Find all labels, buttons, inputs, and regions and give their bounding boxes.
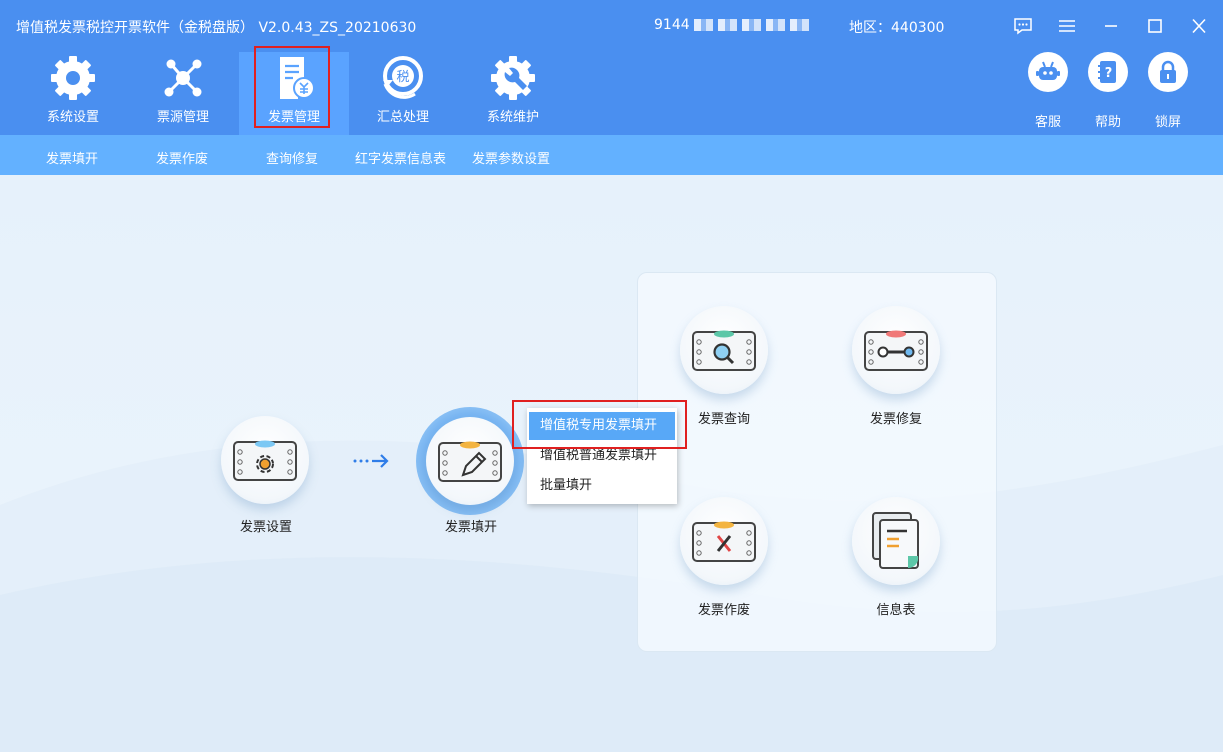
- node-label: 信息表: [876, 603, 916, 618]
- wrench-gear-icon: [491, 56, 535, 100]
- subnav-red-letter-info[interactable]: 红字发票信息表: [355, 148, 446, 167]
- tool-label: 客服: [1034, 115, 1061, 130]
- invoice-void-icon: [692, 521, 756, 562]
- node-label: 发票设置: [239, 520, 292, 535]
- region-code: 地区：440300: [849, 20, 945, 36]
- robot-icon: [1028, 52, 1068, 92]
- close-icon: [1192, 18, 1206, 34]
- close-button[interactable]: [1185, 12, 1213, 40]
- svg-text:?: ?: [1105, 66, 1113, 81]
- sub-nav: 发票填开 发票作废 查询修复 红字发票信息表 发票参数设置: [0, 135, 1223, 175]
- message-button[interactable]: [1009, 12, 1037, 40]
- menu-button[interactable]: [1053, 12, 1081, 40]
- lock-icon: [1148, 52, 1188, 92]
- maximize-button[interactable]: [1141, 12, 1169, 40]
- info-table-icon: [872, 512, 919, 569]
- invoice-void-circle[interactable]: [680, 497, 768, 585]
- lock-screen-button[interactable]: 锁屏: [1138, 52, 1198, 135]
- node-label: 发票修复: [869, 412, 922, 427]
- flow-arrow-icon: [353, 454, 389, 468]
- invoice-settings-icon: [233, 440, 297, 481]
- tool-label: 帮助: [1094, 115, 1121, 130]
- tab-summary-processing[interactable]: 税 汇总处理: [348, 52, 458, 135]
- node-label: 发票作废: [697, 603, 750, 618]
- tab-label: 系统设置: [46, 110, 99, 125]
- invoice-query-circle[interactable]: [680, 306, 768, 394]
- subnav-invoice-params[interactable]: 发票参数设置: [472, 148, 550, 167]
- message-icon: [1014, 18, 1032, 35]
- subnav-query-repair[interactable]: 查询修复: [266, 148, 318, 167]
- menu-item-batch-issue[interactable]: 批量填开: [529, 472, 675, 500]
- minimize-button[interactable]: [1097, 12, 1125, 40]
- node-label: 发票填开: [444, 520, 497, 535]
- invoice-settings-circle[interactable]: [221, 416, 309, 504]
- highlight-box-tab: [254, 46, 330, 128]
- invoice-repair-circle[interactable]: [852, 306, 940, 394]
- gear-icon: [51, 56, 95, 100]
- subnav-invoice-void[interactable]: 发票作废: [156, 148, 208, 167]
- invoice-issue-icon: [438, 441, 502, 482]
- main-nav: 系统设置 票源管理 发票管理 税 汇总处理 系统维护 客服 ? 帮助 锁屏: [0, 46, 1223, 135]
- subnav-invoice-issue[interactable]: 发票填开: [46, 148, 98, 167]
- tab-system-settings[interactable]: 系统设置: [18, 52, 128, 135]
- invoice-repair-icon: [864, 330, 928, 371]
- highlight-box-menu: [512, 400, 687, 449]
- tab-label: 票源管理: [156, 110, 209, 125]
- main-area: 发票设置 发票填开 发票查询 发票修复 发票作废 信息表 增值税专用发票填开 增…: [0, 175, 1223, 752]
- tab-label: 系统维护: [486, 110, 539, 125]
- svg-text:税: 税: [396, 70, 409, 85]
- hamburger-icon: [1059, 20, 1075, 32]
- help-book-icon: ?: [1088, 52, 1128, 92]
- tab-system-maintenance[interactable]: 系统维护: [458, 52, 568, 135]
- invoice-query-icon: [692, 330, 756, 371]
- tax-id-prefix: 9144: [654, 17, 690, 33]
- info-table-circle[interactable]: [852, 497, 940, 585]
- tax-id-redaction: [693, 19, 812, 31]
- help-button[interactable]: ? 帮助: [1078, 52, 1138, 135]
- title-bar: 增值税发票税控开票软件（金税盘版） V2.0.43_ZS_20210630 91…: [0, 0, 1223, 52]
- maximize-icon: [1148, 19, 1162, 33]
- tab-ticket-source[interactable]: 票源管理: [128, 52, 238, 135]
- customer-service-button[interactable]: 客服: [1018, 52, 1078, 135]
- tax-refresh-icon: 税: [383, 56, 423, 99]
- app-title: 增值税发票税控开票软件（金税盘版） V2.0.43_ZS_20210630: [16, 20, 417, 36]
- tool-label: 锁屏: [1154, 115, 1181, 130]
- minimize-icon: [1105, 25, 1117, 27]
- network-icon: [164, 59, 202, 97]
- tab-label: 汇总处理: [376, 110, 429, 125]
- invoice-issue-circle[interactable]: [426, 417, 514, 505]
- tax-id: 9144: [654, 17, 812, 33]
